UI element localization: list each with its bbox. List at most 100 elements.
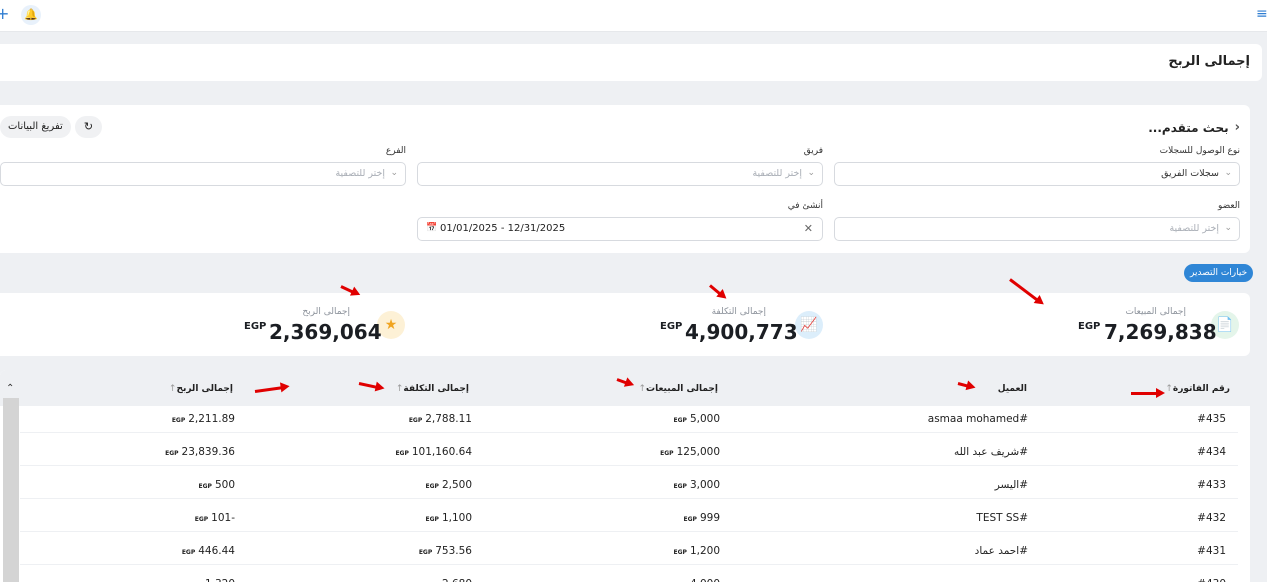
- total-sales-value: 7,269,838: [1104, 320, 1217, 344]
- sort-icon[interactable]: ↑: [639, 384, 647, 394]
- member-select[interactable]: ⌄ إختر للتصفية: [834, 217, 1240, 241]
- summary-cards: 📄 إجمالى المبيعات 7,269,838 EGP 📈 إجمالى…: [0, 293, 1250, 356]
- cell-value: #430: [1197, 578, 1226, 582]
- cost-chart-icon: 📈: [795, 311, 823, 339]
- currency-label: EGP: [425, 516, 439, 523]
- chevron-up-icon[interactable]: ⌃: [6, 383, 14, 394]
- currency-label: EGP: [418, 549, 433, 556]
- created-at-date-range[interactable]: ✕ 01/01/2025 - 12/31/2025 📅: [417, 217, 823, 241]
- bell-icon[interactable]: 🔔: [21, 5, 41, 25]
- cell-sales: EGP 5,000: [674, 413, 720, 425]
- cell-invoice: #435: [1197, 413, 1226, 425]
- refresh-button[interactable]: ↻: [75, 116, 102, 138]
- cell-value: 1,100: [441, 512, 472, 524]
- team-select[interactable]: ⌄ إختر للتصفية: [417, 162, 823, 186]
- calendar-icon: 📅: [426, 223, 438, 233]
- table-header: ⌃ رقم الفاتورة↑ العميل إجمالى المبيعات↑ …: [0, 370, 1250, 406]
- currency-label: EGP: [425, 483, 439, 490]
- currency-label: EGP: [673, 549, 687, 556]
- table-row[interactable]: #430 EGP4,000 EGP2,680 EGP1,320: [20, 571, 1238, 582]
- team-label: فريق: [803, 146, 823, 156]
- cell-value: 2,680: [442, 578, 472, 582]
- profit-table: ⌃ رقم الفاتورة↑ العميل إجمالى المبيعات↑ …: [0, 370, 1250, 582]
- refresh-icon: ↻: [83, 120, 94, 133]
- cell-profit: EGP 500: [199, 479, 235, 491]
- column-header-client[interactable]: العميل: [998, 384, 1027, 394]
- chevron-down-icon: ⌄: [1224, 223, 1232, 233]
- table-row[interactable]: #434 شريف عبد الله# EGP 125,000 EGP 101,160.6…: [20, 439, 1238, 466]
- add-icon[interactable]: +: [0, 6, 9, 22]
- cell-cost: EGP 2,788.11: [409, 413, 472, 425]
- advanced-search-label: بحث متقدم...: [1148, 120, 1229, 135]
- cell-client: اليسر#: [995, 479, 1028, 491]
- branch-label: الفرع: [385, 146, 406, 156]
- currency-label: EGP: [198, 483, 212, 490]
- cell-value: 446.44: [198, 545, 235, 557]
- cell-sales: EGP 3,000: [674, 479, 720, 491]
- cell-value: 23,839.36: [181, 446, 235, 458]
- cell-value: TEST SS#: [976, 512, 1028, 524]
- access-type-value: سجلات الفريق: [1161, 168, 1219, 179]
- chevron-down-icon: ⌄: [807, 168, 815, 178]
- total-profit-value: 2,369,064: [269, 320, 382, 344]
- cell-value: شريف عبد الله#: [953, 446, 1028, 458]
- total-profit-currency: EGP: [244, 321, 267, 332]
- cell-invoice: #434: [1197, 446, 1226, 458]
- advanced-search-toggle[interactable]: ‹ بحث متقدم...: [1148, 120, 1240, 135]
- chevron-down-icon: ⌄: [1224, 168, 1232, 178]
- branch-select[interactable]: ⌄ إختر للتصفية: [0, 162, 406, 186]
- column-header-invoice[interactable]: رقم الفاتورة↑: [1161, 384, 1230, 394]
- access-type-select[interactable]: ⌄ سجلات الفريق: [834, 162, 1240, 186]
- column-header-cost[interactable]: إجمالى التكلفة↑: [392, 384, 469, 394]
- cell-value: #433: [1197, 479, 1226, 491]
- cell-cost: EGP 2,500: [426, 479, 472, 491]
- filter-panel: ‹ بحث متقدم... ↻ تفريغ البيانات نوع الوص…: [0, 105, 1250, 253]
- total-cost-label: إجمالى التكلفة: [711, 307, 766, 317]
- cell-value: asmaa mohamed#: [927, 413, 1028, 425]
- branch-placeholder: إختر للتصفية: [335, 168, 385, 179]
- cell-invoice: #430: [1197, 578, 1226, 582]
- total-cost-currency: EGP: [660, 321, 683, 332]
- currency-label: EGP: [660, 450, 674, 457]
- chevron-left-icon: ‹: [1234, 120, 1240, 135]
- cell-value: #432: [1197, 512, 1226, 524]
- cell-value: #431: [1197, 545, 1226, 557]
- table-row[interactable]: #433 اليسر# EGP 3,000 EGP 2,500 EGP 500: [20, 472, 1238, 499]
- created-at-label: أنشئ في: [787, 201, 823, 211]
- total-cost-value: 4,900,773: [685, 320, 798, 344]
- cell-value: 4,000: [690, 578, 720, 582]
- cell-cost: EGP 753.56: [419, 545, 472, 557]
- cell-value: 2,500: [441, 479, 472, 491]
- annotation-arrow: [1131, 388, 1165, 398]
- column-header-sales[interactable]: إجمالى المبيعات↑: [635, 384, 719, 394]
- cell-value: 125,000: [676, 446, 720, 458]
- cell-value: #434: [1197, 446, 1226, 458]
- cell-invoice: #432: [1197, 512, 1226, 524]
- cell-sales: EGP 125,000: [660, 446, 720, 458]
- cell-client: احمد عماد#: [975, 545, 1028, 557]
- clear-data-button[interactable]: تفريغ البيانات: [0, 116, 71, 138]
- menu-icon[interactable]: ≡: [1256, 6, 1267, 22]
- cell-profit: EGP 2,211.89: [172, 413, 235, 425]
- date-range-value: 01/01/2025 - 12/31/2025: [440, 223, 566, 234]
- currency-label: EGP: [673, 417, 687, 424]
- access-type-label: نوع الوصول للسجلات: [1159, 146, 1240, 156]
- currency-label: EGP: [673, 483, 687, 490]
- cell-value: 101-: [211, 512, 235, 524]
- table-row[interactable]: #431 احمد عماد# EGP 1,200 EGP 753.56 EGP 446.44: [20, 538, 1238, 565]
- export-options-button[interactable]: خيارات التصدير: [1184, 264, 1254, 282]
- team-placeholder: إختر للتصفية: [752, 168, 802, 179]
- table-row[interactable]: #435 asmaa mohamed# EGP 5,000 EGP 2,788.11 EGP…: [20, 406, 1238, 433]
- cell-value: 2,211.89: [188, 413, 235, 425]
- column-header-profit[interactable]: إجمالى الربح↑: [165, 384, 233, 394]
- cell-profit: EGP 101-: [195, 512, 235, 524]
- clear-date-icon[interactable]: ✕: [804, 222, 813, 235]
- scrollbar[interactable]: [3, 398, 19, 582]
- sort-icon[interactable]: ↑: [1165, 384, 1173, 394]
- cell-invoice: #433: [1197, 479, 1226, 491]
- cell-value: 2,788.11: [425, 413, 472, 425]
- member-label: العضو: [1217, 201, 1240, 211]
- currency-label: EGP: [181, 549, 196, 556]
- total-sales-label: إجمالى المبيعات: [1125, 307, 1186, 317]
- table-row[interactable]: #432 TEST SS# EGP 999 EGP 1,100 EGP 101-: [20, 505, 1238, 532]
